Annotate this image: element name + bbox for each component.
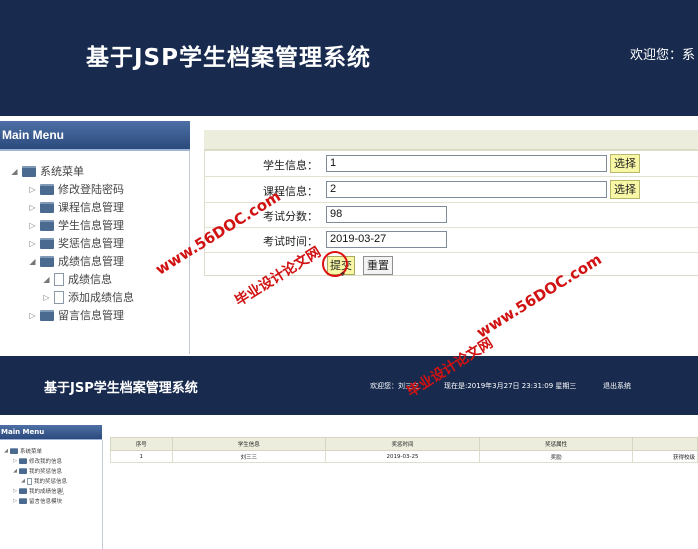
top-welcome-text: 欢迎您：系	[630, 48, 696, 63]
top-menu-item-message[interactable]: ▷ 留言信息管理	[28, 307, 124, 323]
top-menu-item-grade-info[interactable]: ◢ 成绩信息	[42, 271, 112, 287]
document-icon	[54, 290, 64, 304]
menu-item-label: 成绩信息	[68, 273, 112, 286]
score-field-input[interactable]: 98	[326, 206, 447, 223]
menu-item-label: 系统菜单	[40, 165, 84, 178]
top-menu-item-student[interactable]: ▷ 学生信息管理	[28, 217, 124, 233]
folder-icon	[40, 309, 54, 321]
expanded-triangle-icon: ◢	[4, 448, 8, 454]
bottom-menu-item-message[interactable]: ▷ 留言信息模块	[12, 497, 62, 505]
menu-item-label: 系统菜单	[20, 449, 43, 455]
document-icon	[27, 477, 32, 485]
collapsed-triangle-icon: ▷	[29, 310, 36, 320]
folder-icon	[40, 219, 54, 231]
top-menu-panel: ◢ 系统菜单 ▷ 修改登陆密码 ▷ 课程信息管理 ▷ 学生信息管理 ▷ 奖惩信息…	[0, 151, 190, 354]
collapsed-triangle-icon: ▷	[29, 238, 36, 248]
folder-icon	[22, 165, 36, 177]
menu-item-label: 留言信息模块	[29, 499, 63, 505]
choose-course-button[interactable]: 选择	[610, 180, 640, 199]
menu-item-label: 成绩信息管理	[58, 255, 124, 268]
table-cell: 刘三三	[171, 450, 327, 463]
pointer-cursor-icon: ☝	[58, 487, 65, 498]
logout-link[interactable]: 退出系统	[603, 381, 631, 391]
menu-item-label: 留言信息管理	[58, 309, 124, 322]
column-header: 学生信息	[171, 437, 327, 451]
reward-table: 序号 学生信息 奖惩时间 奖惩属性 1 刘三三 2019-03-25 奖励 获得…	[110, 437, 698, 463]
expanded-triangle-icon: ◢	[11, 166, 18, 176]
top-menu-heading: Main Menu	[2, 128, 64, 142]
collapsed-triangle-icon: ▷	[13, 458, 17, 464]
folder-icon	[19, 468, 27, 474]
column-header: 序号	[110, 437, 173, 451]
folder-icon	[19, 458, 27, 464]
folder-icon	[19, 498, 27, 504]
menu-item-label: 添加成绩信息	[68, 291, 134, 304]
top-menu-header: Main Menu	[0, 121, 190, 151]
column-header	[632, 437, 698, 451]
document-icon	[54, 272, 64, 286]
table-cell: 2019-03-25	[325, 450, 480, 463]
student-field-label: 学生信息：	[263, 159, 318, 172]
top-menu-item-root[interactable]: ◢ 系统菜单	[10, 163, 84, 179]
bottom-app-title: 基于JSP学生档案管理系统	[44, 381, 198, 396]
bottom-menu-item-edit-info[interactable]: ▷ 修改我的信息	[12, 457, 62, 465]
column-header: 奖惩属性	[478, 437, 634, 451]
top-app-title: 基于JSP学生档案管理系统	[86, 45, 371, 71]
collapsed-triangle-icon: ▷	[29, 202, 36, 212]
collapsed-triangle-icon: ▷	[13, 488, 17, 494]
collapsed-triangle-icon: ▷	[13, 498, 17, 504]
mouse-cursor-icon: ⌖	[340, 270, 346, 280]
folder-icon	[40, 183, 54, 195]
exam-date-input[interactable]: 2019-03-27	[326, 231, 447, 248]
menu-item-label: 课程信息管理	[58, 201, 124, 214]
folder-icon	[40, 237, 54, 249]
choose-student-button[interactable]: 选择	[610, 154, 640, 173]
menu-item-label: 奖惩信息管理	[58, 237, 124, 250]
collapsed-triangle-icon: ▷	[43, 292, 50, 302]
bottom-menu-panel: ◢ 系统菜单 ▷ 修改我的信息 ◢ 我的奖惩信息 ◢ 我的奖惩信息 ▷ 我的成绩…	[0, 440, 103, 549]
folder-icon	[10, 448, 18, 454]
table-row[interactable]: 1 刘三三 2019-03-25 奖励 获得校级	[110, 450, 698, 463]
column-header: 奖惩时间	[325, 437, 480, 451]
collapsed-triangle-icon: ▷	[29, 184, 36, 194]
expanded-triangle-icon: ◢	[29, 256, 36, 266]
top-menu-item-reward[interactable]: ▷ 奖惩信息管理	[28, 235, 124, 251]
row-divider	[204, 227, 698, 228]
collapsed-triangle-icon: ▷	[29, 220, 36, 230]
top-menu-item-change-password[interactable]: ▷ 修改登陆密码	[28, 181, 124, 197]
expanded-triangle-icon: ◢	[43, 274, 50, 284]
top-menu-item-add-grade[interactable]: ▷ 添加成绩信息	[42, 289, 134, 305]
menu-item-label: 学生信息管理	[58, 219, 124, 232]
bottom-menu-item-root[interactable]: ◢ 系统菜单	[3, 447, 42, 455]
course-field-input[interactable]: 2	[326, 181, 607, 198]
bottom-menu-header: Main Menu	[0, 425, 102, 440]
menu-item-label: 修改登陆密码	[58, 183, 124, 196]
table-cell: 1	[110, 450, 173, 463]
expanded-triangle-icon: ◢	[21, 478, 25, 484]
reset-button[interactable]: 重置	[363, 256, 393, 275]
table-header-row: 序号 学生信息 奖惩时间 奖惩属性	[110, 437, 698, 451]
folder-icon	[19, 488, 27, 494]
top-menu-item-grades[interactable]: ◢ 成绩信息管理	[28, 253, 124, 269]
form-top-bar	[204, 130, 698, 150]
bottom-menu-heading: Main Menu	[1, 428, 45, 436]
table-cell: 奖励	[478, 450, 634, 463]
bottom-menu-item-grades[interactable]: ▷ 我的成绩信息	[12, 487, 62, 495]
table-cell: 获得校级	[632, 450, 698, 463]
menu-item-label: 我的奖惩信息	[29, 469, 63, 475]
expanded-triangle-icon: ◢	[13, 468, 17, 474]
menu-item-label: 修改我的信息	[29, 459, 63, 465]
student-field-input[interactable]: 1	[326, 155, 607, 172]
row-divider	[204, 176, 698, 177]
row-divider	[204, 252, 698, 253]
folder-icon	[40, 255, 54, 267]
bottom-datetime-text: 现在是:2019年3月27日 23:31:09 星期三	[444, 382, 577, 390]
bottom-menu-item-reward[interactable]: ◢ 我的奖惩信息	[12, 467, 62, 475]
menu-item-label: 我的奖惩信息	[34, 479, 68, 485]
top-menu-item-course[interactable]: ▷ 课程信息管理	[28, 199, 124, 215]
bottom-menu-item-reward-info[interactable]: ◢ 我的奖惩信息	[20, 477, 67, 485]
folder-icon	[40, 201, 54, 213]
